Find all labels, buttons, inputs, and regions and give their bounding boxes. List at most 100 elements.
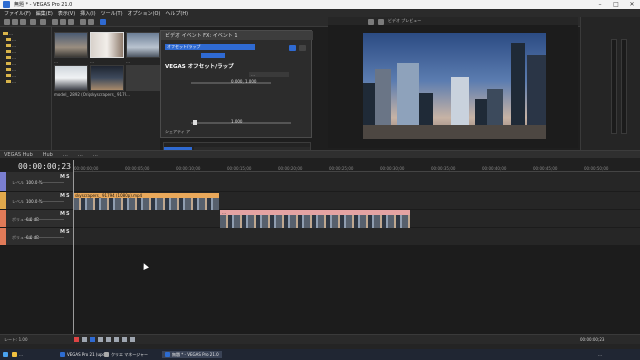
fx-remove-button[interactable] (299, 45, 306, 51)
render-icon[interactable] (40, 19, 46, 25)
section-label: シェアティ ア (165, 129, 191, 134)
play-from-start-icon[interactable] (98, 337, 103, 342)
track-level-slider[interactable] (38, 182, 64, 183)
media-thumbnail-selected[interactable] (90, 32, 124, 58)
track-lane[interactable] (73, 172, 640, 192)
edit-tool-icon[interactable] (100, 19, 106, 25)
timeline-empty-area[interactable] (0, 246, 640, 334)
go-to-end-icon[interactable] (130, 337, 135, 342)
track-level-label: レベル (12, 199, 24, 204)
close-icon[interactable]: ✕ (624, 0, 640, 9)
tree-item[interactable]: … (6, 67, 16, 72)
video-track-header[interactable]: レベル 100.0 % M S (0, 172, 73, 192)
media-label: … (126, 59, 130, 64)
tab-explorer[interactable]: … (78, 152, 83, 158)
preview-quality-icon[interactable] (378, 19, 384, 25)
media-thumbnail[interactable] (126, 32, 160, 58)
media-thumbnail[interactable] (90, 65, 124, 91)
mute-button[interactable]: M (60, 193, 65, 199)
video-track-header[interactable]: レベル 100.0 % M S (0, 192, 73, 210)
timeline-cursor[interactable] (73, 160, 74, 336)
audio-track-header[interactable]: ボリューム 0.0 dB M S (0, 228, 73, 246)
preview-toolbar: ビデオ プレビュー (328, 17, 578, 25)
media-thumbnail[interactable] (54, 32, 88, 58)
properties-icon[interactable] (30, 19, 36, 25)
track-lane[interactable] (73, 228, 640, 246)
cut-icon[interactable] (52, 19, 58, 25)
redo-icon[interactable] (88, 19, 94, 25)
solo-button[interactable]: S (66, 211, 70, 217)
preview-settings-icon[interactable] (368, 19, 374, 25)
menu-insert[interactable]: 挿入(I) (80, 10, 95, 17)
mode-dropdown[interactable]: … (249, 72, 289, 77)
video-clip[interactable]: skyscrapers_ 91794 (1080p).mp4 (73, 193, 219, 210)
master-bus-panel (580, 17, 640, 152)
tree-item[interactable]: … (6, 55, 16, 60)
taskbar-item[interactable]: … (12, 351, 23, 358)
stop-icon[interactable] (114, 337, 119, 342)
play-icon[interactable] (90, 337, 95, 342)
track-color (0, 192, 6, 209)
copy-icon[interactable] (60, 19, 66, 25)
mute-button[interactable]: M (60, 211, 65, 217)
audio-track-header[interactable]: ボリューム 0.0 dB M S (0, 210, 73, 228)
track-volume-slider[interactable] (38, 219, 64, 220)
maximize-icon[interactable]: □ (608, 0, 624, 9)
tree-item[interactable]: … (6, 79, 16, 84)
solo-button[interactable]: S (66, 193, 70, 199)
track-level-slider[interactable] (38, 201, 64, 202)
ruler-tick-label: 00:00:25;00 (329, 166, 354, 171)
tab-hub[interactable]: Hub (43, 152, 53, 158)
window-title: 無題 * - VEGAS Pro 21.0 (14, 2, 73, 8)
video-clip[interactable]: … (220, 210, 410, 228)
save-icon[interactable] (20, 19, 26, 25)
taskbar-item[interactable]: クリエ マネージャー (104, 351, 148, 358)
track-color (0, 228, 6, 245)
minimize-icon[interactable]: – (592, 0, 608, 9)
preset-dropdown[interactable] (201, 53, 225, 58)
menu-tools[interactable]: ツール(T) (101, 10, 123, 17)
taskbar-item-active[interactable]: 無題 * - VEGAS Pro 21.0 (162, 351, 222, 358)
loop-icon[interactable] (82, 337, 87, 342)
menu-edit[interactable]: 編集(E) (36, 10, 53, 17)
fx-chain-button[interactable] (289, 45, 296, 51)
tree-item[interactable]: … (6, 49, 16, 54)
media-thumbnail[interactable] (54, 65, 88, 91)
open-icon[interactable] (12, 19, 18, 25)
tab-vegas-hub[interactable]: VEGAS Hub (4, 152, 33, 158)
undo-icon[interactable] (80, 19, 86, 25)
menu-options[interactable]: オプション(O) (128, 10, 161, 17)
tree-item[interactable]: … (3, 31, 13, 36)
media-thumbnail[interactable] (126, 65, 160, 91)
tree-item[interactable]: … (6, 73, 16, 78)
solo-button[interactable]: S (66, 229, 70, 235)
tree-item[interactable]: … (6, 61, 16, 66)
tab-project-media[interactable]: … (63, 152, 68, 158)
project-media-pane: … … … model_ 2892 (Original).mp4 skyscra… (52, 27, 160, 150)
new-project-icon[interactable] (4, 19, 10, 25)
mute-button[interactable]: M (60, 174, 65, 180)
paste-icon[interactable] (68, 19, 74, 25)
media-label: … (54, 59, 58, 64)
track-color (0, 210, 6, 227)
track-volume-slider[interactable] (38, 237, 64, 238)
pause-icon[interactable] (106, 337, 111, 342)
slider-knob[interactable] (193, 120, 197, 125)
taskbar-item[interactable]: VEGAS Pro 21 (upd... (60, 351, 109, 358)
go-to-start-icon[interactable] (122, 337, 127, 342)
mute-button[interactable]: M (60, 229, 65, 235)
fx-plugin-tab[interactable]: オフセット/ラップ (165, 44, 255, 50)
menu-help[interactable]: ヘルプ(H) (165, 10, 188, 17)
tree-item[interactable]: … (6, 37, 16, 42)
preview-quality[interactable]: ビデオ プレビュー (388, 18, 421, 24)
tree-item[interactable]: … (6, 43, 16, 48)
menu-file[interactable]: ファイル(F) (4, 10, 31, 17)
ruler-tick-label: 00:00:30;00 (380, 166, 405, 171)
start-button[interactable] (3, 351, 8, 358)
ruler-tick-label: 00:00:15;00 (227, 166, 252, 171)
solo-button[interactable]: S (66, 174, 70, 180)
record-icon[interactable] (74, 337, 79, 342)
ruler-tick-label: 00:00:20;00 (278, 166, 303, 171)
tab-transitions[interactable]: … (93, 152, 98, 158)
menu-view[interactable]: 表示(V) (58, 10, 75, 17)
